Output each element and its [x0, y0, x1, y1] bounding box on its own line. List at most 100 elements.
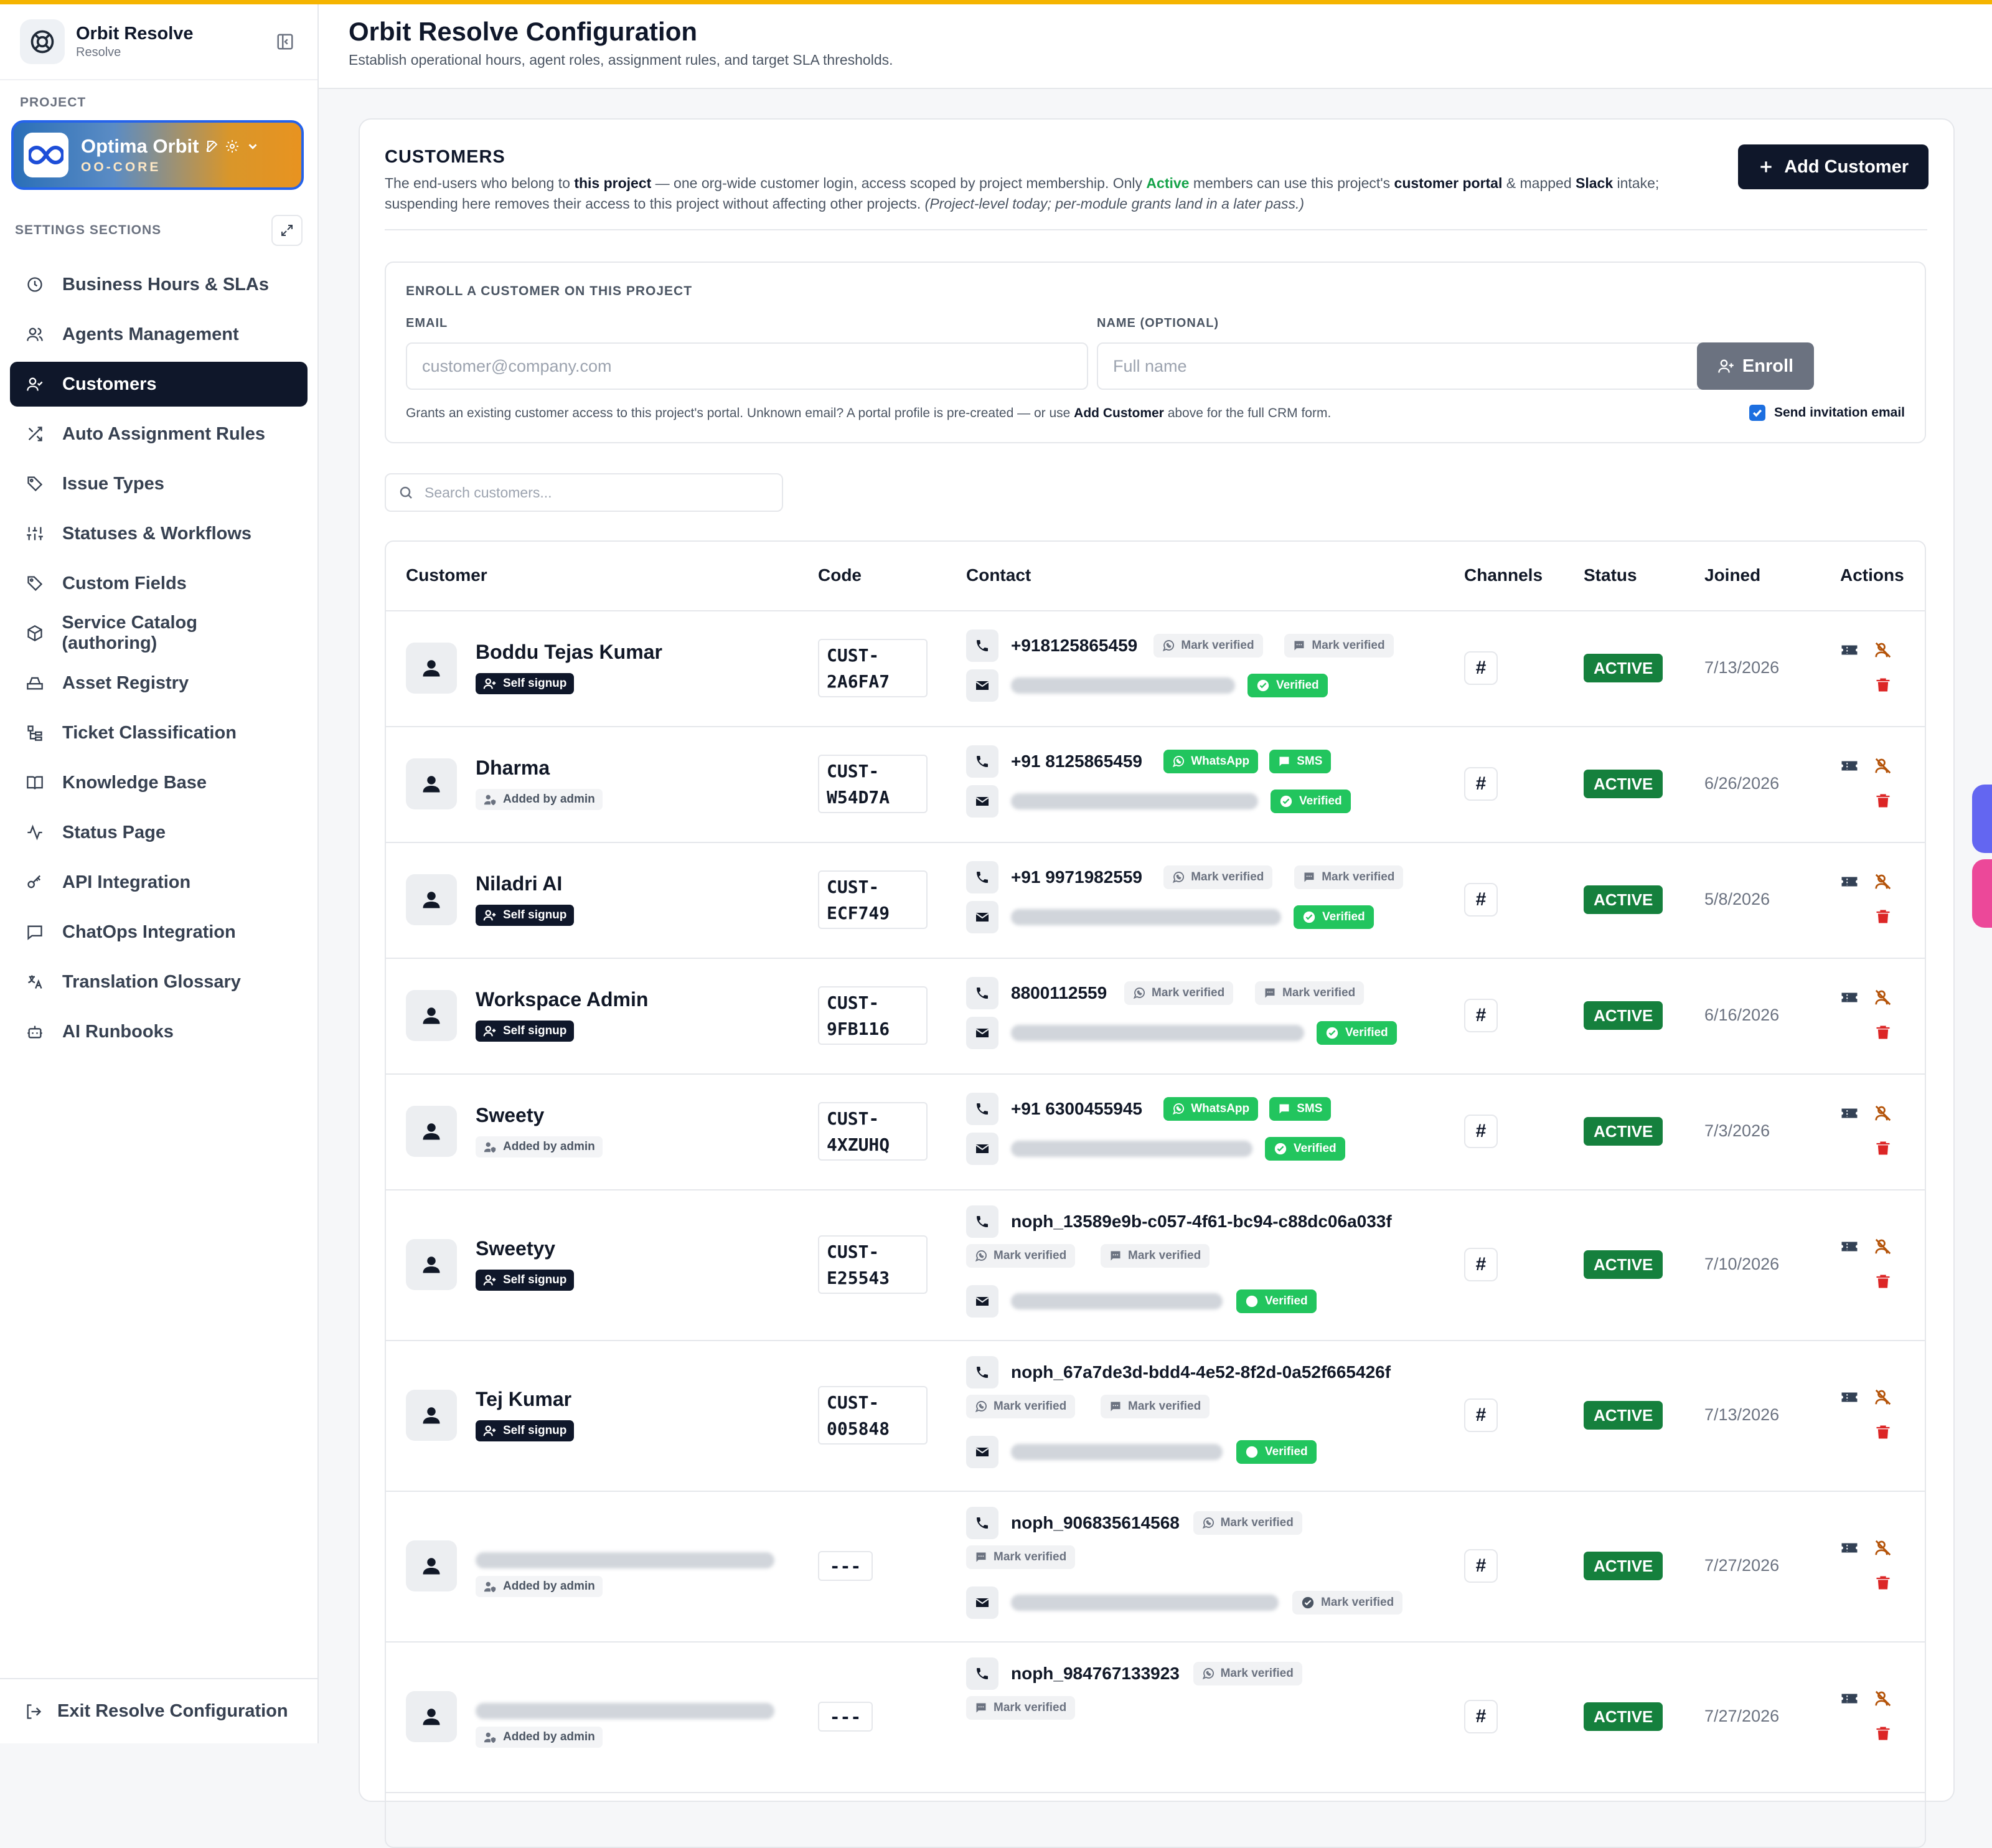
gear-icon[interactable]: [225, 139, 240, 154]
delete-icon[interactable]: [1872, 1421, 1894, 1443]
suspend-user-icon[interactable]: [1872, 1387, 1894, 1408]
channels-hash-icon[interactable]: #: [1464, 883, 1498, 917]
email-verify-chip: Verified: [1236, 1289, 1317, 1313]
suspend-user-icon[interactable]: [1872, 1688, 1894, 1709]
ticket-icon[interactable]: [1839, 639, 1860, 661]
user-plus-icon: [483, 1273, 497, 1287]
delete-icon[interactable]: [1872, 1723, 1894, 1744]
exit-configuration-button[interactable]: Exit Resolve Configuration: [0, 1678, 317, 1743]
add-customer-button[interactable]: Add Customer: [1738, 144, 1929, 189]
delete-icon[interactable]: [1872, 1022, 1894, 1043]
checkbox[interactable]: [1749, 405, 1765, 421]
ticket-icon[interactable]: [1839, 871, 1860, 892]
nav-item-ticket-classification[interactable]: Ticket Classification: [10, 710, 308, 755]
sms-chip[interactable]: Mark verified: [966, 1545, 1076, 1569]
sms-chip[interactable]: Mark verified: [1284, 634, 1394, 658]
sms-chip[interactable]: Mark verified: [1255, 981, 1365, 1005]
nav-item-service-catalog[interactable]: Service Catalog (authoring): [10, 611, 308, 656]
badge-label: Self signup: [503, 677, 567, 690]
whatsapp-chip[interactable]: Mark verified: [966, 1244, 1076, 1268]
nav-item-chatops[interactable]: ChatOps Integration: [10, 910, 308, 955]
whatsapp-chip[interactable]: Mark verified: [1124, 981, 1234, 1005]
nav-item-translation-glossary[interactable]: Translation Glossary: [10, 959, 308, 1004]
verified-chip: Verified: [1265, 1137, 1345, 1161]
edit-icon[interactable]: [205, 139, 220, 154]
expand-icon[interactable]: [271, 215, 303, 246]
nav-item-ai-runbooks[interactable]: AI Runbooks: [10, 1009, 308, 1054]
user-plus-icon: [1717, 357, 1735, 375]
customer-name: Sweetyy: [476, 1237, 556, 1260]
delete-icon[interactable]: [1872, 1138, 1894, 1159]
check-circle-icon: [1256, 679, 1270, 692]
suspend-user-icon[interactable]: [1872, 1103, 1894, 1124]
ticket-icon[interactable]: [1839, 987, 1860, 1008]
nav-item-status-page[interactable]: Status Page: [10, 810, 308, 855]
send-invitation-toggle[interactable]: Send invitation email: [1749, 405, 1905, 421]
customer-code: ---: [818, 1702, 873, 1732]
suspend-user-icon[interactable]: [1872, 987, 1894, 1008]
channels-hash-icon[interactable]: #: [1464, 1115, 1498, 1148]
whatsapp-chip[interactable]: Mark verified: [1193, 1662, 1302, 1685]
self-signup-badge: Self signup: [476, 1021, 575, 1042]
nav-item-statuses[interactable]: Statuses & Workflows: [10, 511, 308, 556]
whatsapp-chip[interactable]: Mark verified: [1193, 1511, 1302, 1535]
delete-icon[interactable]: [1872, 906, 1894, 927]
enroll-button[interactable]: Enroll: [1697, 342, 1814, 390]
suspend-user-icon[interactable]: [1872, 755, 1894, 776]
name-placeholder: Full name: [1113, 356, 1187, 375]
delete-icon[interactable]: [1872, 1572, 1894, 1593]
nav-item-api-integration[interactable]: API Integration: [10, 860, 308, 905]
section-title: CUSTOMERS: [385, 147, 505, 167]
search-input[interactable]: Search customers...: [385, 473, 783, 512]
email-field[interactable]: customer@company.com: [406, 342, 1088, 390]
nav-item-issue-types[interactable]: Issue Types: [10, 461, 308, 506]
nav-item-knowledge-base[interactable]: Knowledge Base: [10, 760, 308, 805]
ticket-icon[interactable]: [1839, 1537, 1860, 1558]
sms-chip[interactable]: Mark verified: [1101, 1395, 1210, 1418]
floating-widget-tab[interactable]: [1972, 859, 1992, 928]
customers-table: Customer Code Contact Channels Status Jo…: [385, 540, 1926, 1848]
whatsapp-chip[interactable]: Mark verified: [1153, 634, 1263, 658]
sms-chip[interactable]: Mark verified: [1101, 1244, 1210, 1268]
ticket-icon[interactable]: [1839, 1236, 1860, 1257]
nav-item-asset-registry[interactable]: Asset Registry: [10, 661, 308, 705]
nav-item-customers[interactable]: Customers: [10, 362, 308, 407]
channels-hash-icon[interactable]: #: [1464, 1398, 1498, 1432]
name-field[interactable]: Full name: [1097, 342, 1778, 390]
ticket-icon[interactable]: [1839, 1103, 1860, 1124]
suspend-user-icon[interactable]: [1872, 1236, 1894, 1257]
whatsapp-chip[interactable]: Mark verified: [966, 1395, 1076, 1418]
nav-item-auto-assignment[interactable]: Auto Assignment Rules: [10, 412, 308, 456]
ticket-icon[interactable]: [1839, 1387, 1860, 1408]
ticket-icon[interactable]: [1839, 1688, 1860, 1709]
collapse-sidebar-icon[interactable]: [273, 29, 298, 54]
chip-label: Mark verified: [1181, 639, 1254, 652]
nav-item-agents[interactable]: Agents Management: [10, 312, 308, 357]
suspend-user-icon[interactable]: [1872, 1537, 1894, 1558]
joined-date: 6/16/2026: [1704, 1006, 1780, 1024]
delete-icon[interactable]: [1872, 1271, 1894, 1292]
channels-hash-icon[interactable]: #: [1464, 999, 1498, 1032]
channels-hash-icon[interactable]: #: [1464, 1248, 1498, 1281]
suspend-user-icon[interactable]: [1872, 871, 1894, 892]
channels-hash-icon[interactable]: #: [1464, 767, 1498, 801]
whatsapp-icon: [1172, 1103, 1185, 1115]
floating-widget-tab[interactable]: [1972, 785, 1992, 853]
whatsapp-icon: [975, 1400, 987, 1413]
email-verify-chip[interactable]: Mark verified: [1292, 1591, 1403, 1615]
suspend-user-icon[interactable]: [1872, 639, 1894, 661]
delete-icon[interactable]: [1872, 790, 1894, 811]
whatsapp-chip[interactable]: Mark verified: [1163, 865, 1273, 889]
delete-icon[interactable]: [1872, 674, 1894, 695]
channels-hash-icon[interactable]: #: [1464, 651, 1498, 685]
nav-item-custom-fields[interactable]: Custom Fields: [10, 561, 308, 606]
sms-chip[interactable]: Mark verified: [966, 1696, 1076, 1720]
channels-hash-icon[interactable]: #: [1464, 1549, 1498, 1583]
nav-item-business-hours[interactable]: Business Hours & SLAs: [10, 262, 308, 307]
chip-label: Mark verified: [1220, 1667, 1294, 1680]
channels-hash-icon[interactable]: #: [1464, 1700, 1498, 1733]
project-selector[interactable]: Optima Orbit OO-CORE: [11, 120, 304, 190]
sms-chip[interactable]: Mark verified: [1294, 865, 1404, 889]
ticket-icon[interactable]: [1839, 755, 1860, 776]
chevron-down-icon[interactable]: [246, 139, 260, 153]
